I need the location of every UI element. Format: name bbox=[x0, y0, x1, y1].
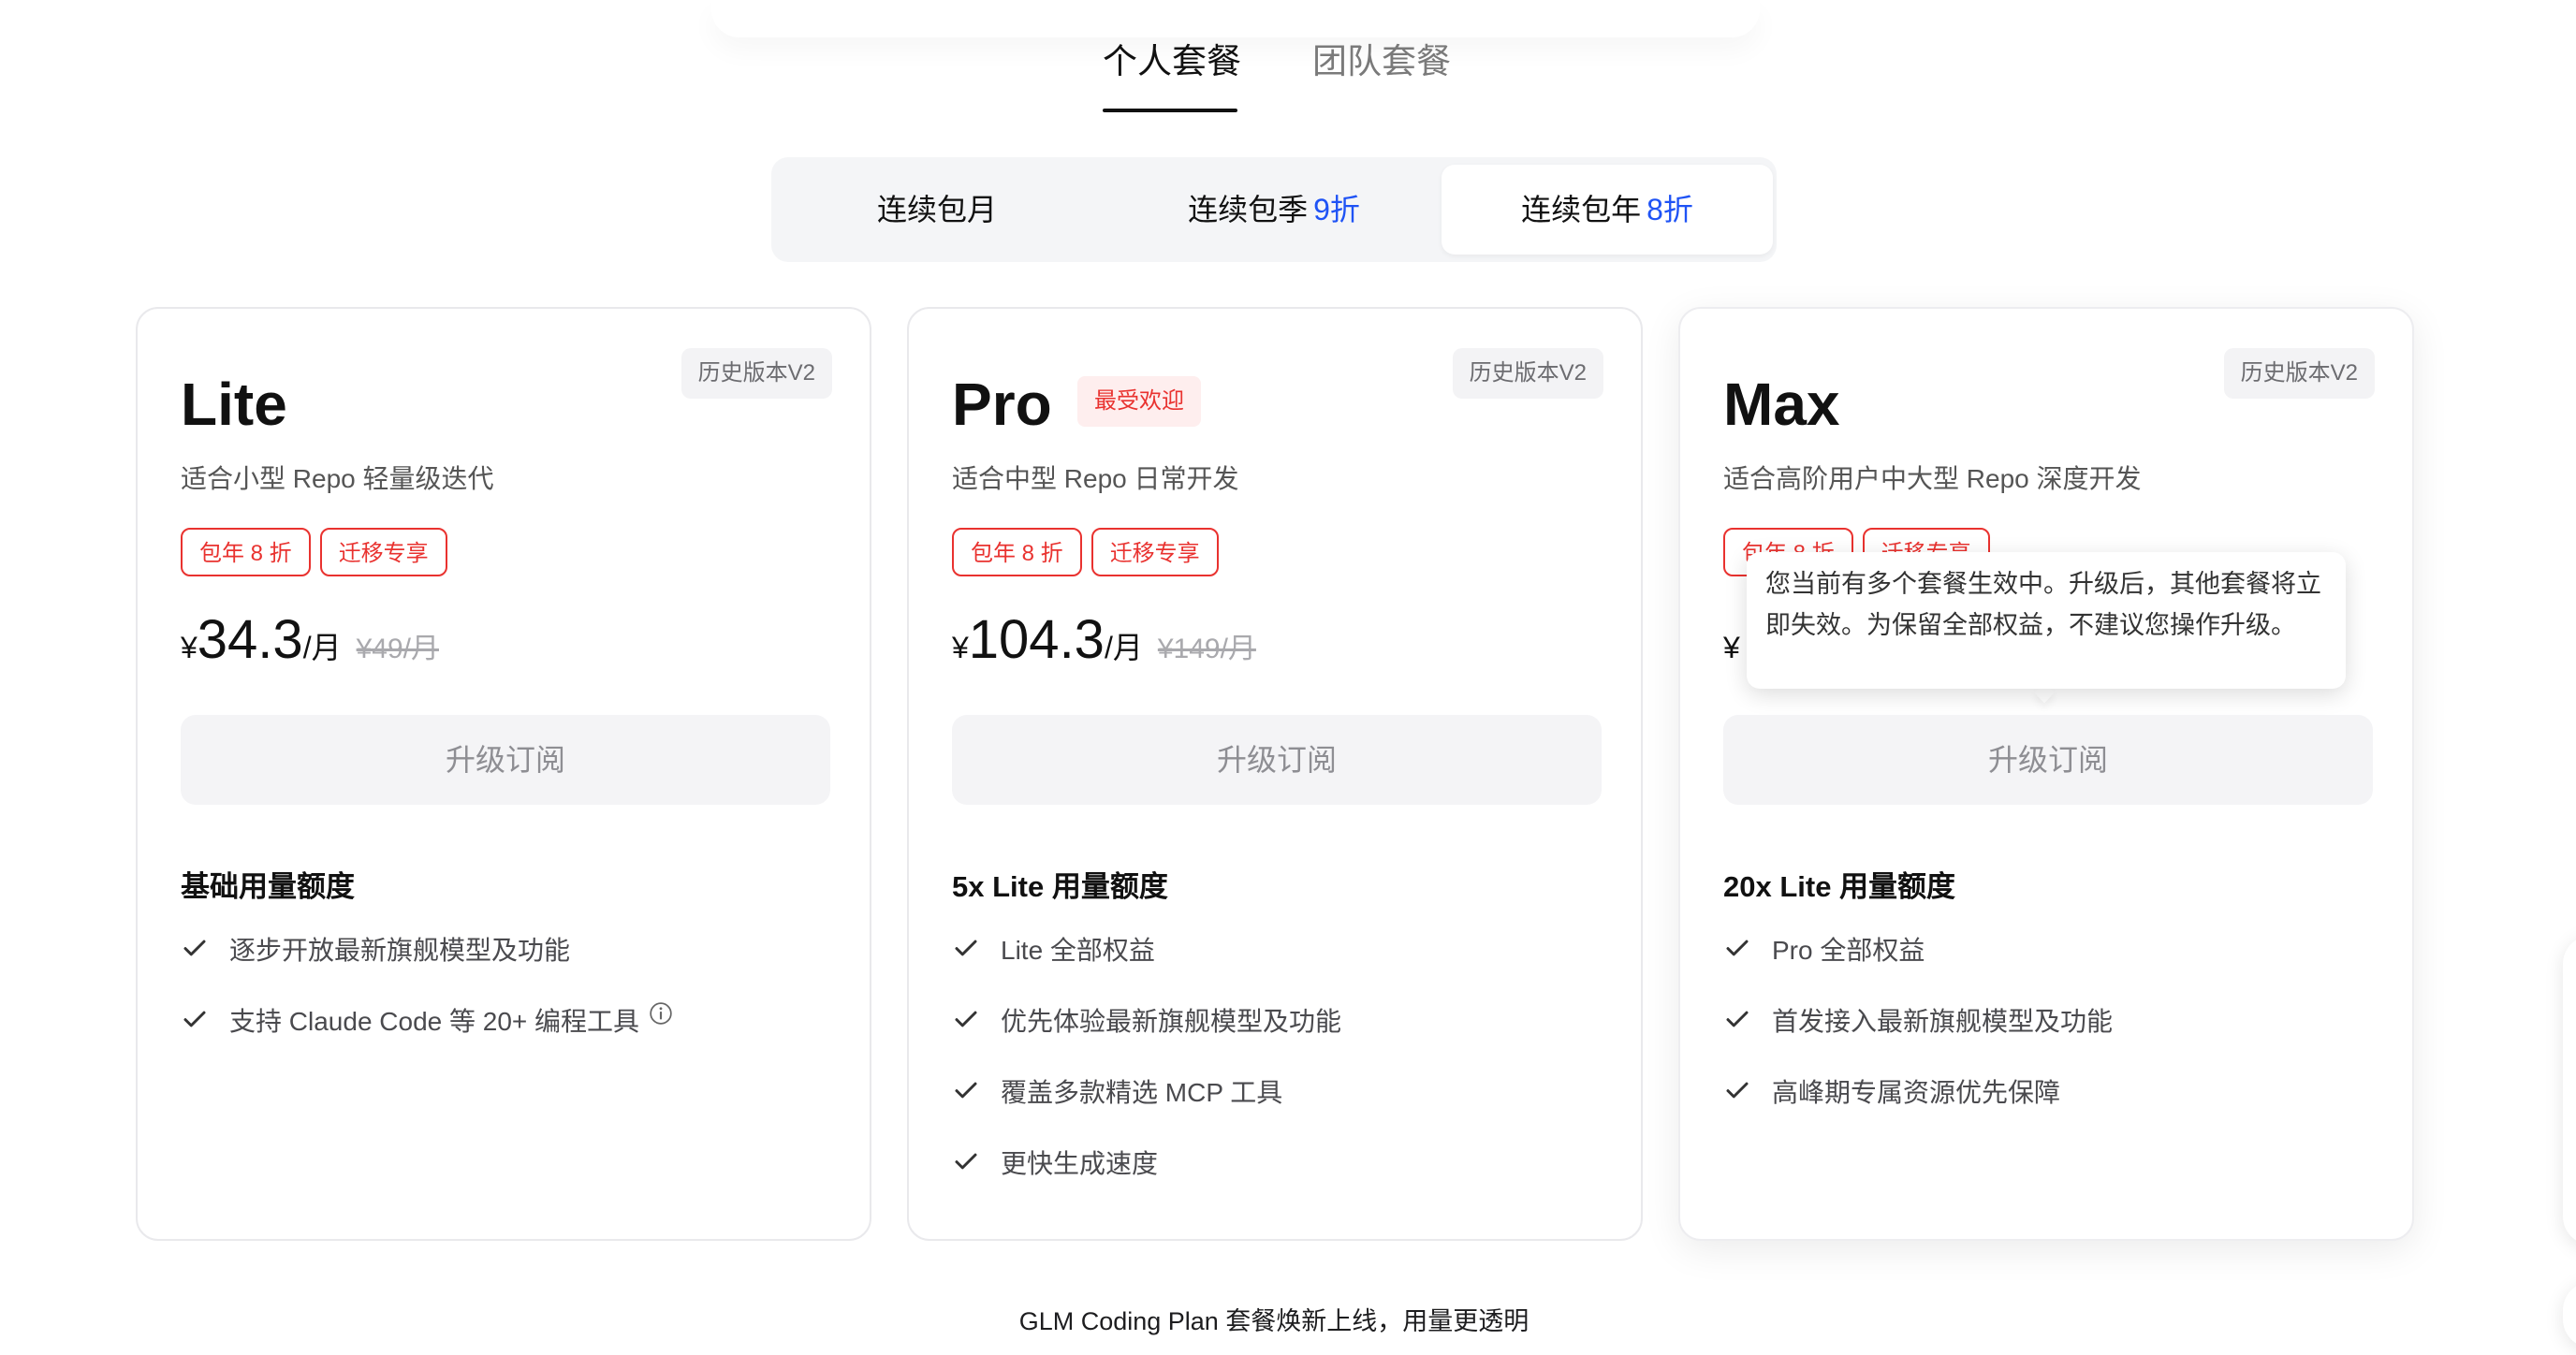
billing-quarterly[interactable]: 连续包季 9折 bbox=[1108, 165, 1440, 255]
plan-card-pro: 历史版本V2 Pro 最受欢迎 适合中型 Repo 日常开发 包年 8 折迁移专… bbox=[907, 307, 1643, 1241]
promo-badges: 包年 8 折迁移专享 bbox=[181, 528, 457, 580]
check-icon bbox=[183, 940, 206, 956]
list-item: 更快生成速度 bbox=[952, 1144, 1341, 1215]
price-currency: ¥ bbox=[181, 631, 198, 664]
check-icon bbox=[955, 1082, 977, 1099]
price-display: ¥104.3/月 ¥149/月 bbox=[952, 608, 1256, 683]
migration-badge: 迁移专享 bbox=[1090, 528, 1219, 576]
price-currency: ¥ bbox=[1723, 631, 1740, 664]
plan-description: 适合高阶用户中大型 Repo 深度开发 bbox=[1723, 464, 2142, 493]
upgrade-button[interactable]: 升级订阅 bbox=[181, 715, 830, 805]
tab-team[interactable]: 团队套餐 bbox=[1312, 36, 1451, 88]
quota-title: 5x Lite 用量额度 bbox=[952, 870, 1168, 903]
plan-card-lite: 历史版本V2 Lite 适合小型 Repo 轻量级迭代 包年 8 折迁移专享 ¥… bbox=[136, 307, 871, 1241]
billing-label: 连续包季 bbox=[1188, 193, 1309, 226]
tab-personal[interactable]: 个人套餐 bbox=[1103, 36, 1241, 88]
list-item: 高峰期专属资源优先保障 bbox=[1723, 1072, 2113, 1144]
quota-title: 基础用量额度 bbox=[181, 870, 355, 903]
upgrade-button[interactable]: 升级订阅 bbox=[1723, 715, 2373, 805]
migration-badge: 迁移专享 bbox=[319, 528, 447, 576]
yearly-discount-badge: 包年 8 折 bbox=[181, 528, 311, 576]
list-item: 支持 Claude Code 等 20+ 编程工具 bbox=[181, 1001, 673, 1072]
feature-text: 优先体验最新旗舰模型及功能 bbox=[1001, 1007, 1342, 1036]
list-item: Lite 全部权益 bbox=[952, 930, 1341, 1001]
check-icon bbox=[955, 1153, 977, 1170]
list-item: 优先体验最新旗舰模型及功能 bbox=[952, 1001, 1341, 1072]
legacy-version-tag: 历史版本V2 bbox=[2223, 348, 2375, 399]
yearly-discount-badge: 包年 8 折 bbox=[952, 528, 1082, 576]
original-price: ¥49/月 bbox=[356, 634, 439, 664]
feature-text: 逐步开放最新旗舰模型及功能 bbox=[229, 936, 571, 965]
upgrade-warning-tooltip: 您当前有多个套餐生效中。升级后，其他套餐将立即失效。为保留全部权益，不建议您操作… bbox=[1747, 552, 2346, 689]
side-floating-button[interactable] bbox=[2563, 1282, 2576, 1348]
feature-text: 覆盖多款精选 MCP 工具 bbox=[1001, 1078, 1283, 1107]
price-currency: ¥ bbox=[952, 631, 969, 664]
billing-period-switch: 连续包月 连续包季 9折 连续包年 8折 bbox=[771, 157, 1777, 262]
billing-yearly[interactable]: 连续包年 8折 bbox=[1442, 165, 1773, 255]
price-period: /月 bbox=[1104, 631, 1143, 664]
billing-monthly[interactable]: 连续包月 bbox=[771, 165, 1103, 255]
list-item: 首发接入最新旗舰模型及功能 bbox=[1723, 1001, 2113, 1072]
price-amount: 34.3 bbox=[197, 609, 303, 670]
legacy-version-tag: 历史版本V2 bbox=[681, 348, 832, 399]
footer-announcement: GLM Coding Plan 套餐焕新上线，用量更透明 bbox=[1018, 1307, 1530, 1335]
billing-discount: 8折 bbox=[1647, 193, 1693, 226]
check-icon bbox=[1726, 940, 1749, 956]
feature-text: Lite 全部权益 bbox=[1001, 936, 1155, 965]
feature-text: Pro 全部权益 bbox=[1772, 936, 1925, 965]
promo-badges: 包年 8 折迁移专享 bbox=[952, 528, 1228, 580]
legacy-version-tag: 历史版本V2 bbox=[1452, 348, 1603, 399]
plan-description: 适合小型 Repo 轻量级迭代 bbox=[181, 464, 494, 493]
active-tab-indicator bbox=[1103, 109, 1237, 112]
plan-name: Pro bbox=[952, 371, 1052, 438]
check-icon bbox=[955, 1011, 977, 1027]
billing-label: 连续包年 bbox=[1521, 193, 1642, 226]
info-icon[interactable] bbox=[649, 1001, 673, 1026]
list-item: 逐步开放最新旗舰模型及功能 bbox=[181, 930, 673, 1001]
original-price: ¥149/月 bbox=[1157, 634, 1256, 664]
billing-discount: 9折 bbox=[1313, 193, 1360, 226]
tooltip-text: 您当前有多个套餐生效中。升级后，其他套餐将立即失效。为保留全部权益，不建议您操作… bbox=[1765, 570, 2321, 639]
side-floating-panel[interactable] bbox=[2563, 936, 2576, 1245]
feature-list: 逐步开放最新旗舰模型及功能 支持 Claude Code 等 20+ 编程工具 bbox=[181, 930, 673, 1072]
list-item: Pro 全部权益 bbox=[1723, 930, 2113, 1001]
plan-card-max: 历史版本V2 Max 适合高阶用户中大型 Repo 深度开发 包年 8 折迁移专… bbox=[1678, 307, 2414, 1241]
plan-name: Max bbox=[1723, 371, 1840, 438]
plan-name: Lite bbox=[181, 371, 287, 438]
feature-text: 首发接入最新旗舰模型及功能 bbox=[1772, 1007, 2114, 1036]
check-icon bbox=[1726, 1011, 1749, 1027]
price-display: ¥34.3/月 ¥49/月 bbox=[181, 608, 439, 683]
check-icon bbox=[1726, 1082, 1749, 1099]
feature-list: Lite 全部权益 优先体验最新旗舰模型及功能 覆盖多款精选 MCP 工具 更快… bbox=[952, 930, 1341, 1215]
billing-label: 连续包月 bbox=[876, 193, 997, 226]
plan-description: 适合中型 Repo 日常开发 bbox=[952, 464, 1239, 493]
feature-text: 更快生成速度 bbox=[1001, 1149, 1159, 1178]
list-item: 覆盖多款精选 MCP 工具 bbox=[952, 1072, 1341, 1144]
feature-text: 支持 Claude Code 等 20+ 编程工具 bbox=[229, 1007, 640, 1036]
top-shadow bbox=[711, 0, 1760, 37]
popular-badge: 最受欢迎 bbox=[1077, 376, 1201, 427]
price-period: /月 bbox=[302, 631, 342, 664]
upgrade-button[interactable]: 升级订阅 bbox=[952, 715, 1602, 805]
check-icon bbox=[183, 1011, 206, 1027]
plan-type-tabs: 个人套餐 团队套餐 bbox=[0, 36, 2576, 114]
check-icon bbox=[955, 940, 977, 956]
price-amount: 104.3 bbox=[968, 609, 1105, 670]
quota-title: 20x Lite 用量额度 bbox=[1723, 870, 1956, 903]
feature-text: 高峰期专属资源优先保障 bbox=[1772, 1078, 2061, 1107]
feature-list: Pro 全部权益 首发接入最新旗舰模型及功能 高峰期专属资源优先保障 bbox=[1723, 930, 2113, 1144]
